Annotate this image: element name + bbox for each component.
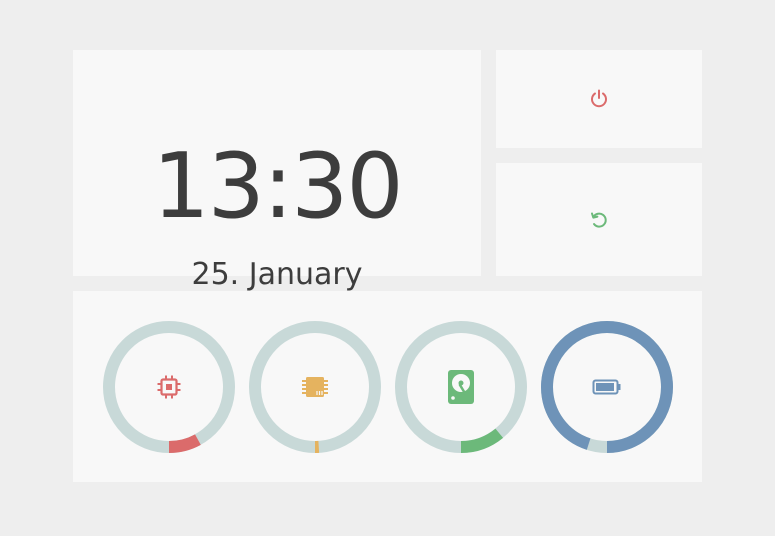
clock-date: 25. January xyxy=(191,257,363,292)
power-button[interactable] xyxy=(496,50,702,148)
refresh-icon xyxy=(591,212,607,228)
battery-icon xyxy=(592,379,621,395)
memory-gauge xyxy=(248,320,382,454)
battery-gauge xyxy=(540,320,674,454)
cpu-icon xyxy=(157,375,181,399)
system-stats-panel xyxy=(73,291,702,482)
memory-icon xyxy=(302,377,328,397)
reboot-button[interactable] xyxy=(496,163,702,276)
clock-panel: 13:30 25. January xyxy=(73,50,481,292)
clock-time: 13:30 xyxy=(152,134,403,239)
cpu-gauge xyxy=(102,320,236,454)
power-icon xyxy=(591,89,607,108)
disk-gauge xyxy=(394,320,528,454)
harddisk-icon xyxy=(448,370,474,404)
